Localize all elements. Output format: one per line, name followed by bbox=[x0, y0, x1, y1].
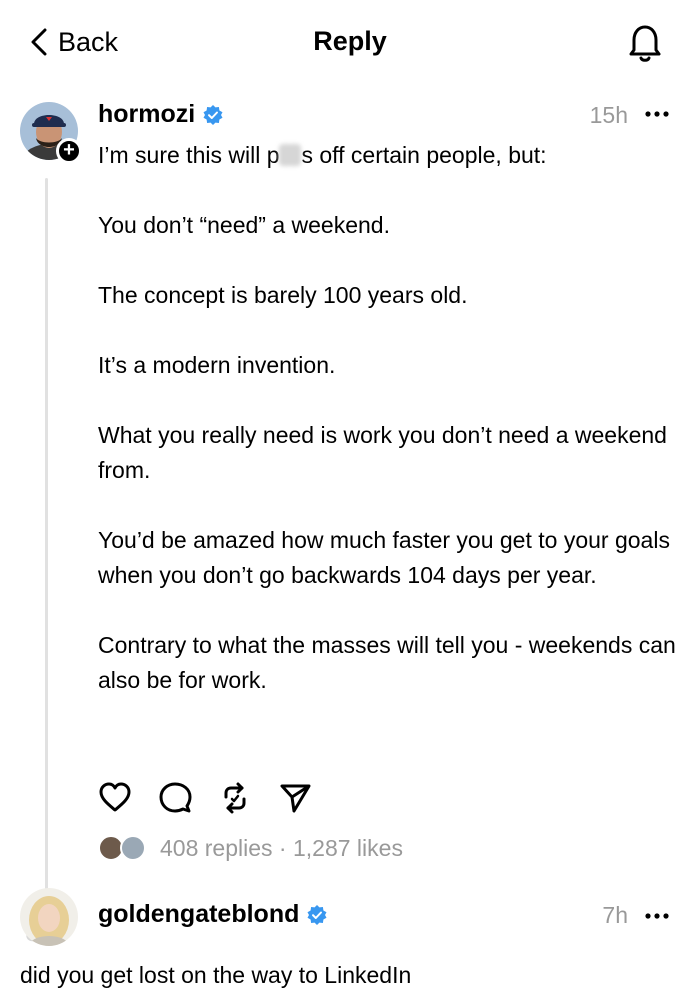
stats-separator: · bbox=[272, 834, 293, 861]
post-stats: 408 replies · 1,287 likes bbox=[98, 830, 403, 866]
post-paragraph: I’m sure this will ps off certain people… bbox=[98, 142, 547, 168]
share-icon[interactable] bbox=[278, 781, 312, 815]
follow-plus-icon[interactable]: + bbox=[56, 138, 82, 164]
post-author[interactable]: hormozi bbox=[98, 100, 223, 129]
mini-avatar bbox=[120, 835, 146, 861]
post-body: I’m sure this will ps off certain people… bbox=[98, 138, 678, 733]
reply-author[interactable]: goldengateblond bbox=[98, 900, 327, 929]
bell-icon[interactable] bbox=[625, 20, 665, 64]
post-paragraph: You’d be amazed how much faster you get … bbox=[98, 527, 670, 588]
post-paragraph: It’s a modern invention. bbox=[98, 352, 336, 378]
action-bar bbox=[98, 780, 338, 816]
page-title: Reply bbox=[313, 26, 387, 56]
username[interactable]: goldengateblond bbox=[98, 900, 299, 929]
replies-count[interactable]: 408 replies bbox=[160, 835, 273, 862]
heart-icon[interactable] bbox=[98, 781, 132, 815]
likes-count[interactable]: 1,287 likes bbox=[293, 835, 403, 862]
comment-icon[interactable] bbox=[158, 781, 192, 815]
verified-badge-icon bbox=[307, 904, 327, 925]
post-time: 15h bbox=[589, 102, 628, 128]
censor-blur bbox=[279, 144, 302, 166]
more-options-icon[interactable] bbox=[644, 906, 670, 926]
repost-icon[interactable] bbox=[218, 781, 252, 815]
post-paragraph: Contrary to what the masses will tell yo… bbox=[98, 632, 676, 693]
username[interactable]: hormozi bbox=[98, 100, 195, 129]
more-options-icon[interactable] bbox=[644, 104, 670, 124]
top-bar: Back Reply bbox=[0, 0, 700, 84]
post-paragraph: What you really need is work you don’t n… bbox=[98, 422, 667, 483]
post-paragraph: You don’t “need” a weekend. bbox=[98, 212, 390, 238]
reply-avatars bbox=[98, 833, 150, 863]
post-paragraph: The concept is barely 100 years old. bbox=[98, 282, 468, 308]
reply-time: 7h bbox=[602, 902, 628, 928]
verified-badge-icon bbox=[203, 104, 223, 125]
thread-line bbox=[45, 178, 48, 923]
reply-body: did you get lost on the way to LinkedIn bbox=[20, 962, 412, 988]
avatar[interactable] bbox=[20, 888, 78, 946]
